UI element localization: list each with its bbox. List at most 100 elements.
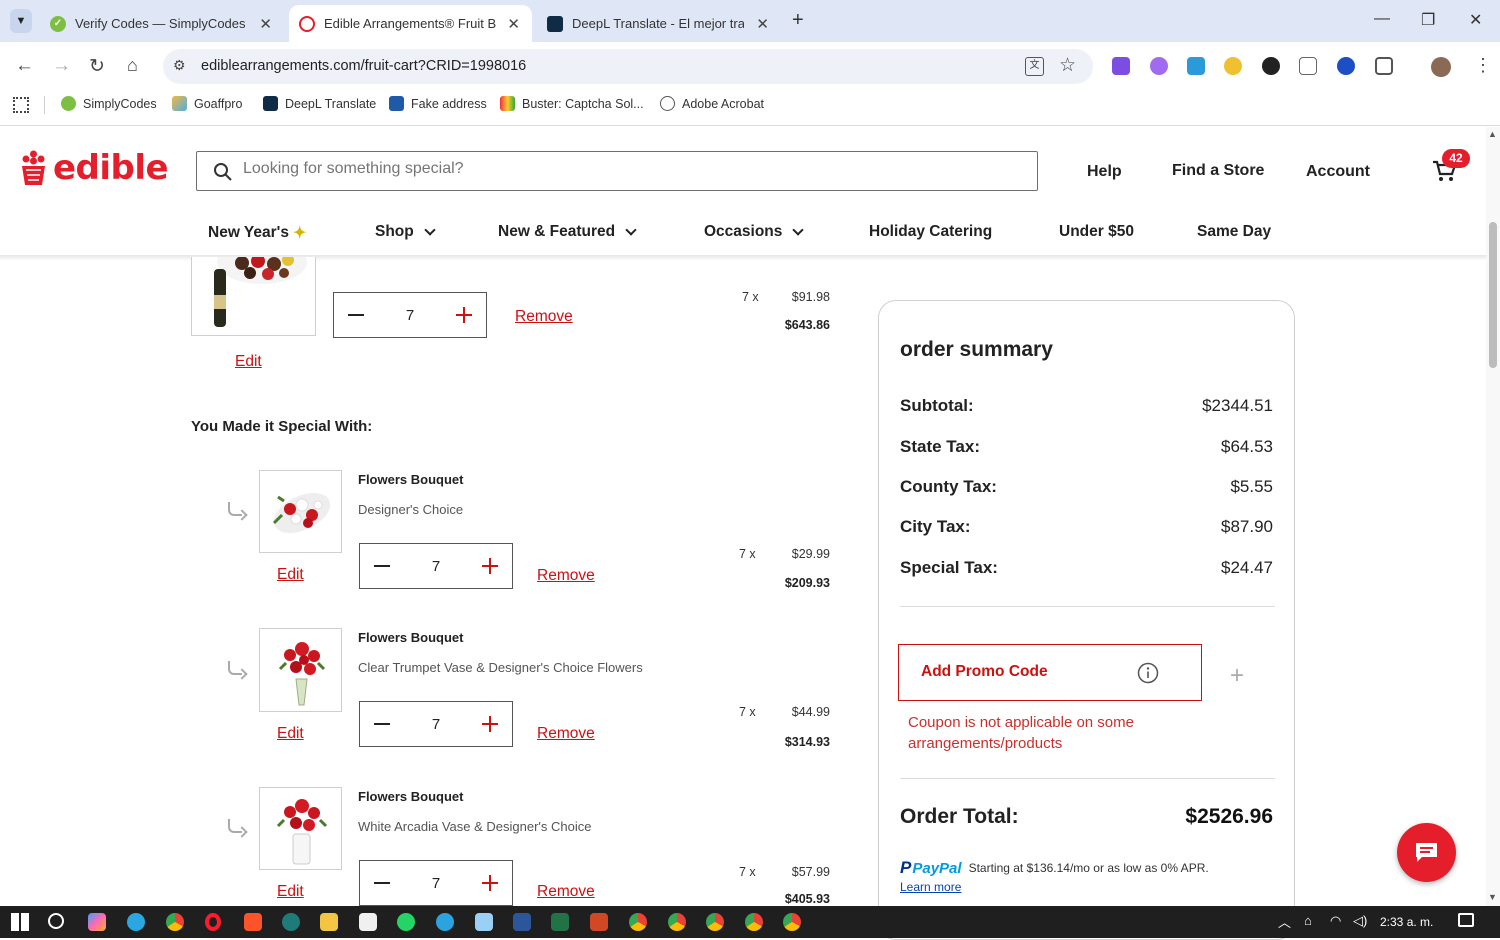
minus-icon[interactable] xyxy=(348,314,364,316)
edit-link[interactable]: Edit xyxy=(277,725,304,743)
chrome-window-icon[interactable] xyxy=(745,913,763,931)
chrome-window-icon[interactable] xyxy=(629,913,647,931)
nav-shop[interactable]: Shop xyxy=(375,223,436,241)
search-input[interactable] xyxy=(243,160,943,178)
minus-icon[interactable] xyxy=(374,882,390,884)
extension-a-icon[interactable] xyxy=(1112,57,1130,75)
edible-logo[interactable]: edible xyxy=(20,148,169,188)
app-wave-icon[interactable] xyxy=(282,913,300,931)
help-link[interactable]: Help xyxy=(1087,163,1122,181)
nav-new-years[interactable]: New Year's ✦ xyxy=(208,223,306,243)
bookmark-simplycodes[interactable]: SimplyCodes xyxy=(61,96,157,111)
tray-wifi-icon[interactable]: ◠ xyxy=(1330,913,1341,929)
chrome-window-icon[interactable] xyxy=(668,913,686,931)
bookmark-deepl[interactable]: DeepL Translate xyxy=(263,96,376,111)
bookmark-goaffpro[interactable]: Goaffpro xyxy=(172,96,242,111)
chat-button[interactable] xyxy=(1397,823,1456,882)
expand-promo-plus-icon[interactable]: + xyxy=(1230,662,1244,690)
addon-image[interactable] xyxy=(259,787,342,870)
plus-icon[interactable] xyxy=(482,716,498,732)
chrome-window-icon[interactable] xyxy=(783,913,801,931)
home-icon[interactable]: ⌂ xyxy=(127,55,138,76)
apps-grid-icon[interactable] xyxy=(13,97,29,113)
minimize-icon[interactable]: — xyxy=(1374,10,1390,28)
reload-icon[interactable]: ↻ xyxy=(89,55,105,78)
opera-icon[interactable] xyxy=(205,913,221,931)
info-icon[interactable] xyxy=(1137,662,1159,684)
bookmark-adobe-acrobat[interactable]: Adobe Acrobat xyxy=(660,96,764,111)
bookmark-fake-address[interactable]: Fake address xyxy=(389,96,487,111)
quantity-value[interactable]: 7 xyxy=(432,716,440,733)
extension-purple-icon[interactable] xyxy=(1150,57,1168,75)
forward-icon[interactable]: → xyxy=(52,55,71,77)
excel-icon[interactable] xyxy=(551,913,569,931)
extensions-puzzle-icon[interactable] xyxy=(1375,57,1393,75)
minus-icon[interactable] xyxy=(374,565,390,567)
edit-link[interactable]: Edit xyxy=(235,353,262,371)
site-search-box[interactable] xyxy=(196,151,1038,191)
file-explorer-icon[interactable] xyxy=(320,913,338,931)
remove-link[interactable]: Remove xyxy=(537,567,595,585)
paypal-learn-more-link[interactable]: Learn more xyxy=(900,880,961,894)
notifications-icon[interactable] xyxy=(1458,913,1474,927)
find-a-store-link[interactable]: Find a Store xyxy=(1172,162,1264,180)
scroll-down-arrow-icon[interactable]: ▼ xyxy=(1488,892,1497,902)
restore-icon[interactable]: ❐ xyxy=(1421,10,1435,30)
tray-volume-icon[interactable]: ◁) xyxy=(1353,913,1367,929)
account-link[interactable]: Account xyxy=(1306,163,1370,181)
extension-pencil-icon[interactable] xyxy=(1299,57,1317,75)
quantity-stepper[interactable]: 7 xyxy=(359,701,513,747)
extension-s-icon[interactable] xyxy=(1187,57,1205,75)
whatsapp-icon[interactable] xyxy=(397,913,415,931)
translate-icon[interactable]: 文 xyxy=(1025,57,1044,76)
nav-occasions[interactable]: Occasions xyxy=(704,223,805,241)
bookmark-star-icon[interactable]: ☆ xyxy=(1059,54,1076,77)
telegram-icon[interactable] xyxy=(436,913,454,931)
powerpoint-icon[interactable] xyxy=(590,913,608,931)
tab-list-dropdown-icon[interactable]: ▼ xyxy=(10,9,32,33)
store-icon[interactable] xyxy=(359,913,377,931)
remove-link[interactable]: Remove xyxy=(537,883,595,901)
browser-menu-icon[interactable]: ⋮ xyxy=(1474,55,1492,76)
taskbar-clock[interactable]: 2:33 a. m. xyxy=(1380,915,1433,929)
close-tab-icon[interactable]: ✕ xyxy=(259,15,272,33)
addon-image[interactable] xyxy=(259,470,342,553)
profile-avatar-icon[interactable] xyxy=(1431,57,1451,77)
address-bar[interactable]: ⚙ ediblearrangements.com/fruit-cart?CRID… xyxy=(163,49,1093,84)
quantity-value[interactable]: 7 xyxy=(406,307,414,324)
main-item-image[interactable] xyxy=(191,257,316,336)
quantity-stepper[interactable]: 7 xyxy=(359,860,513,906)
add-promo-code-button[interactable]: Add Promo Code xyxy=(898,644,1202,701)
tab-deepl[interactable]: DeepL Translate - El mejor tradu ✕ xyxy=(537,5,781,42)
quantity-value[interactable]: 7 xyxy=(432,875,440,892)
tab-simplycodes[interactable]: ✓ Verify Codes — SimplyCodes ✕ xyxy=(40,5,284,42)
chrome-window-icon[interactable] xyxy=(706,913,724,931)
brave-icon[interactable] xyxy=(244,913,262,931)
nav-under-50[interactable]: Under $50 xyxy=(1059,223,1134,241)
taskbar-search-icon[interactable] xyxy=(48,913,64,929)
plus-icon[interactable] xyxy=(482,875,498,891)
quantity-stepper[interactable]: 7 xyxy=(359,543,513,589)
nav-same-day[interactable]: Same Day xyxy=(1197,223,1271,241)
scrollbar-thumb[interactable] xyxy=(1489,222,1497,368)
notepad-icon[interactable] xyxy=(475,913,493,931)
windows-start-icon[interactable] xyxy=(11,913,29,931)
chrome-icon[interactable] xyxy=(166,913,184,931)
tray-network-icon[interactable]: ⌂ xyxy=(1304,913,1312,928)
plus-icon[interactable] xyxy=(482,558,498,574)
close-tab-icon[interactable]: ✕ xyxy=(756,15,769,33)
quantity-value[interactable]: 7 xyxy=(432,558,440,575)
remove-link[interactable]: Remove xyxy=(515,308,573,326)
close-window-icon[interactable]: ✕ xyxy=(1469,10,1482,30)
edit-link[interactable]: Edit xyxy=(277,883,304,901)
bookmark-buster[interactable]: Buster: Captcha Sol... xyxy=(500,96,644,111)
remove-link[interactable]: Remove xyxy=(537,725,595,743)
addon-image[interactable] xyxy=(259,628,342,712)
scroll-up-arrow-icon[interactable]: ▲ xyxy=(1488,129,1497,139)
minus-icon[interactable] xyxy=(374,723,390,725)
edge-icon[interactable] xyxy=(127,913,145,931)
tab-edible[interactable]: Edible Arrangements® Fruit Ba ✕ xyxy=(289,5,532,42)
extension-check-icon[interactable] xyxy=(1224,57,1242,75)
extension-dark-icon[interactable] xyxy=(1262,57,1280,75)
extension-globe-icon[interactable] xyxy=(1337,57,1355,75)
